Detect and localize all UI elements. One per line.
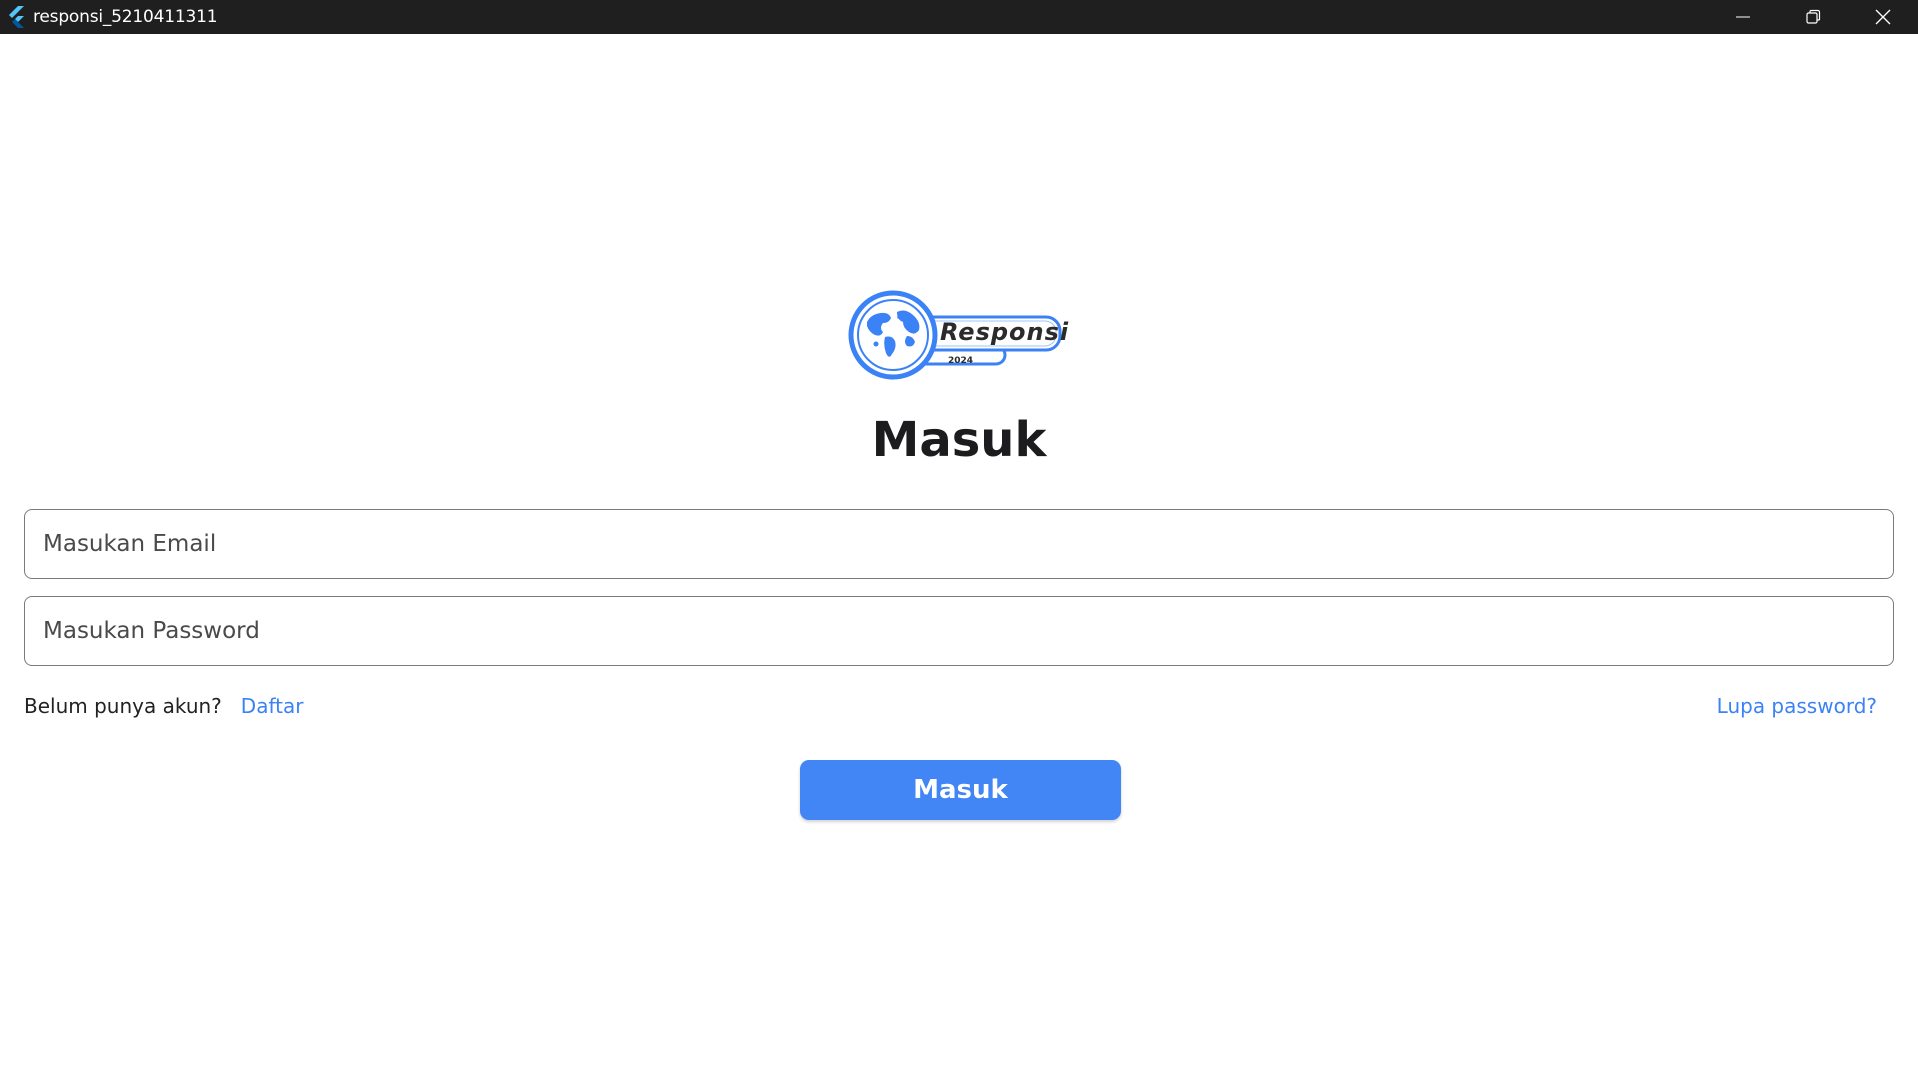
globe-icon bbox=[848, 290, 938, 380]
signup-prompt: Belum punya akun? bbox=[24, 694, 222, 718]
restore-button[interactable] bbox=[1778, 0, 1848, 34]
signup-row: Belum punya akun? Daftar bbox=[24, 694, 303, 718]
password-field[interactable] bbox=[24, 596, 1894, 666]
page-title: Masuk bbox=[871, 412, 1047, 468]
logo-title: Responsi bbox=[940, 318, 1070, 346]
password-input[interactable] bbox=[43, 618, 1893, 644]
email-field[interactable] bbox=[24, 509, 1894, 579]
email-input[interactable] bbox=[43, 531, 1893, 557]
signup-link[interactable]: Daftar bbox=[241, 694, 304, 718]
window-controls bbox=[1708, 0, 1918, 34]
title-bar: responsi_5210411311 bbox=[0, 0, 1918, 34]
minimize-button[interactable] bbox=[1708, 0, 1778, 34]
window-title: responsi_5210411311 bbox=[33, 7, 218, 27]
logo-year: 2024 bbox=[948, 356, 974, 366]
app-window: responsi_5210411311 Responsi 2024 Masuk … bbox=[0, 0, 1918, 1078]
restore-icon bbox=[1806, 9, 1821, 24]
flutter-icon bbox=[5, 6, 27, 28]
forgot-password-link[interactable]: Lupa password? bbox=[1717, 694, 1877, 718]
close-button[interactable] bbox=[1848, 0, 1918, 34]
close-icon bbox=[1875, 9, 1891, 25]
minimize-icon bbox=[1736, 16, 1750, 18]
login-button[interactable]: Masuk bbox=[800, 760, 1121, 820]
